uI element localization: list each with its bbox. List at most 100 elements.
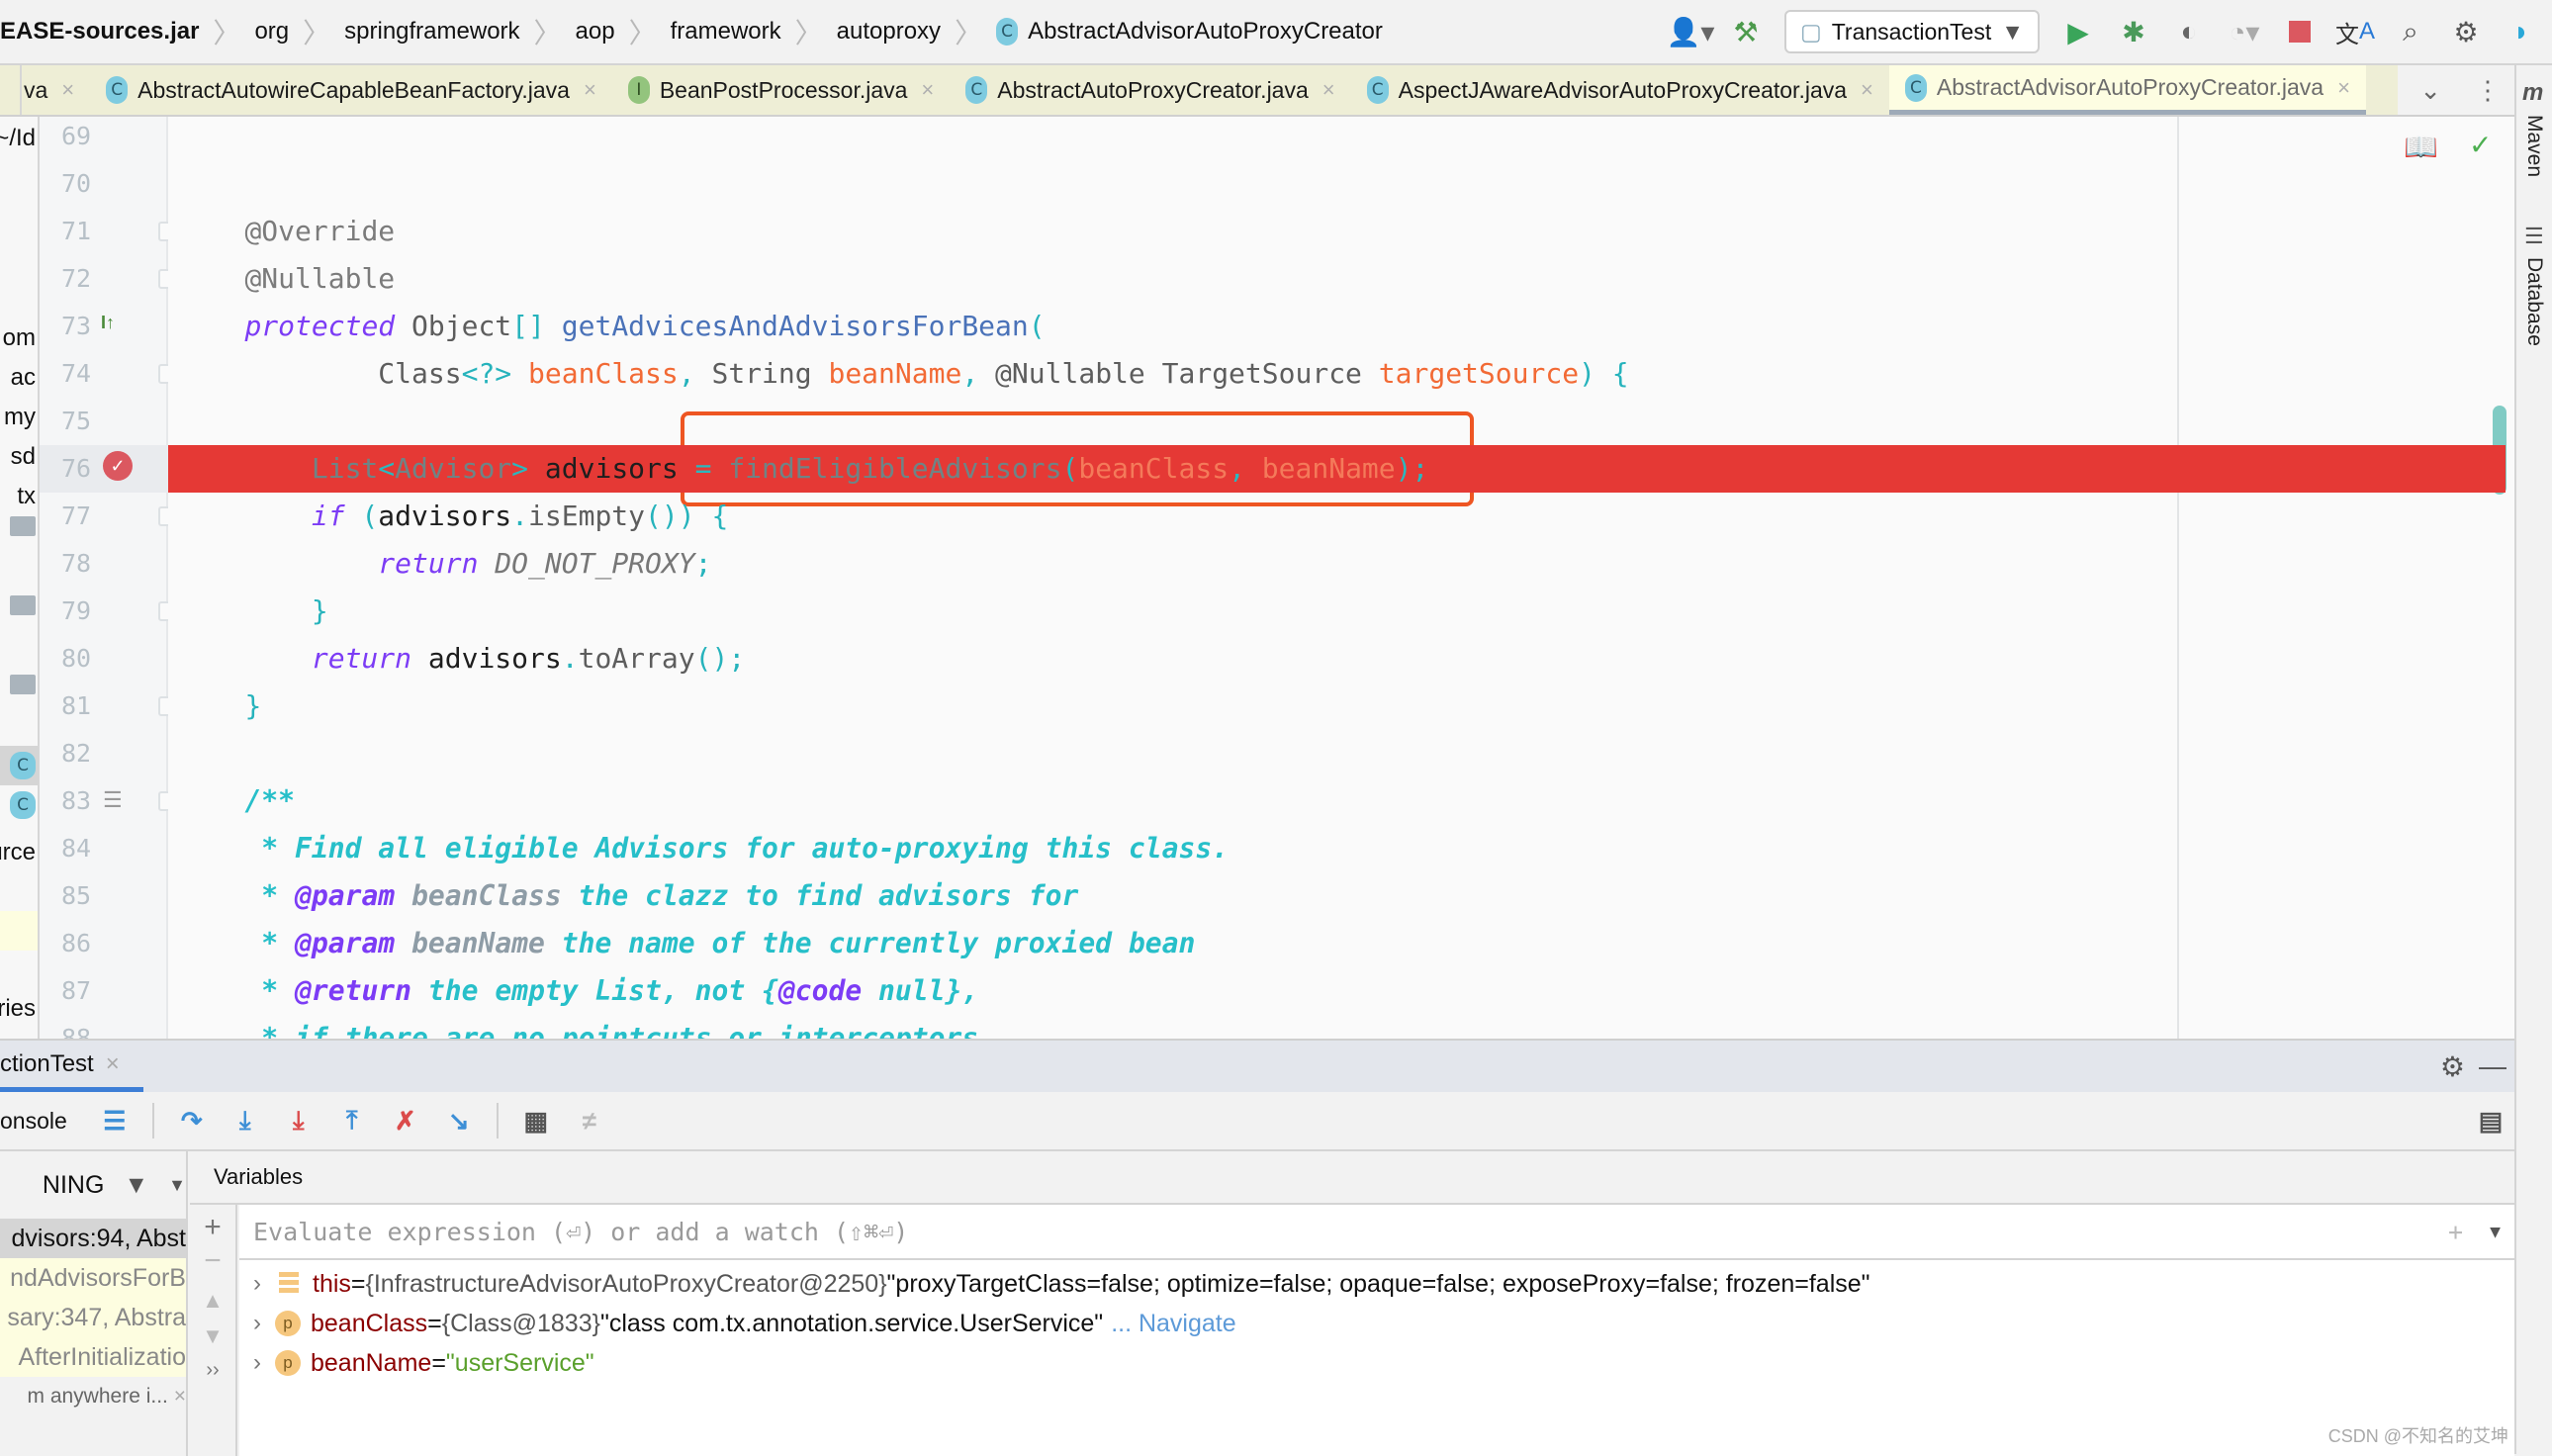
maven-tool-button[interactable]: Maven (2522, 115, 2546, 177)
profile-icon[interactable]: ◔▾ (2228, 15, 2261, 48)
breadcrumb-item[interactable]: autoproxy 〉 (837, 12, 996, 51)
project-tree-item[interactable]: sd (11, 443, 36, 471)
close-icon[interactable]: × (61, 77, 74, 103)
debug-bug-icon[interactable]: ✱ (2117, 15, 2150, 48)
editor-gutter[interactable]: 6970717273747576777879808182838485868788… (40, 117, 172, 1052)
breadcrumb-item[interactable]: org 〉 (254, 12, 344, 51)
code-token: = (694, 452, 712, 485)
breakpoint-icon[interactable]: ✓ (103, 451, 133, 481)
filter-icon[interactable]: ▼ (124, 1157, 148, 1213)
chevron-right-icon[interactable]: › (239, 1264, 275, 1304)
thread-select[interactable]: NING (43, 1157, 105, 1213)
tab-abstractadvisorautoproxycreator-java[interactable]: C AbstractAdvisorAutoProxyCreator.java × (1888, 65, 2366, 115)
breadcrumb-item[interactable]: aop 〉 (576, 12, 671, 51)
tab-abstractautoproxycreator-java[interactable]: C AbstractAutoProxyCreator.java × (950, 65, 1350, 115)
layout-settings-icon[interactable]: ▤ (2475, 1105, 2506, 1137)
code-editor[interactable]: 📖 ✓ @Override @Nullable protected Object… (168, 117, 2514, 1039)
gear-icon[interactable]: ⚙ (2440, 1050, 2465, 1083)
stop-icon[interactable] (2283, 15, 2317, 48)
project-tree-item[interactable]: tx (17, 483, 36, 510)
add-watch-icon[interactable]: + (2448, 1218, 2463, 1246)
project-tree-item[interactable]: om (3, 324, 36, 352)
more-icon[interactable]: ›› (190, 1359, 235, 1382)
variable-row[interactable]: › p beanName = "userService" (239, 1343, 594, 1383)
close-icon[interactable]: × (1861, 77, 1873, 103)
run-config-icon: ▢ (1800, 18, 1822, 45)
tab-beanpostprocessor-java[interactable]: I BeanPostProcessor.java × (612, 65, 950, 115)
code-line: * @return the empty List, not {@code nul… (168, 967, 2506, 1015)
frame-item[interactable]: AfterInitializatio (0, 1337, 186, 1377)
step-into-icon[interactable]: ⤓ (229, 1105, 261, 1137)
remove-watch-icon[interactable]: − (190, 1244, 235, 1278)
project-tree-item[interactable]: ~/Id (0, 125, 36, 152)
search-icon[interactable]: ⌕ (2394, 15, 2427, 48)
close-icon[interactable]: × (168, 1385, 186, 1408)
chevron-right-icon[interactable]: › (239, 1343, 275, 1383)
project-tree-item[interactable]: ac (11, 364, 36, 392)
step-over-icon[interactable]: ↷ (176, 1105, 208, 1137)
more-vertical-icon[interactable]: ⋮ (2475, 75, 2501, 106)
close-icon[interactable]: × (1322, 77, 1335, 103)
tab-aspectjawareadvisorautoproxycreator-java[interactable]: C AspectJAwareAdvisorAutoProxyCreator.jav… (1351, 65, 1889, 115)
breadcrumb-item[interactable]: C AbstractAdvisorAutoProxyCreator (996, 18, 1383, 46)
close-icon[interactable]: × (106, 1050, 120, 1078)
vcs-user-icon[interactable]: 👤▾ (1667, 15, 1715, 48)
evaluate-calculator-icon[interactable]: ▦ (520, 1105, 552, 1137)
doc-render-icon[interactable]: ☰ (103, 787, 123, 813)
plugin-logo-icon[interactable]: ◗ (2505, 15, 2538, 48)
move-down-icon[interactable]: ▼ (190, 1323, 235, 1349)
tab-debug-session[interactable]: ctionTest × (0, 1041, 143, 1092)
frame-item[interactable]: ndAdvisorsForB (0, 1258, 186, 1298)
build-hammer-icon[interactable]: ⚒ (1729, 15, 1763, 48)
project-tree-item[interactable]: urce (0, 839, 36, 866)
minimize-icon[interactable]: — (2479, 1050, 2506, 1082)
chevron-down-icon[interactable]: ▼ (168, 1157, 186, 1213)
show-execution-point-icon[interactable]: ☰ (99, 1105, 131, 1137)
chevron-right-icon[interactable]: › (239, 1304, 275, 1343)
breadcrumb-item[interactable]: framework 〉 (671, 12, 837, 51)
drop-frame-icon[interactable]: ✗ (390, 1105, 421, 1137)
step-out-icon[interactable]: ⤒ (336, 1105, 368, 1137)
project-tree-item[interactable]: ries (0, 995, 36, 1023)
tab-va[interactable]: va × (22, 65, 90, 115)
run-to-cursor-icon[interactable]: ↘ (443, 1105, 475, 1137)
frame-item[interactable]: m anywhere i... × (0, 1377, 187, 1416)
chevron-right-icon: 〉 (794, 18, 823, 48)
console-tab[interactable]: onsole (0, 1108, 67, 1135)
breadcrumb-item[interactable]: springframework 〉 (344, 12, 575, 51)
run-config-select[interactable]: ▢ TransactionTest ▼ (1784, 10, 2040, 53)
tab-abstractautowirecapablebeanfactory-java[interactable]: C AbstractAutowireCapableBeanFactory.java… (90, 65, 612, 115)
code-token: * Find all eligible Advisors for auto-pr… (261, 832, 1230, 864)
close-icon[interactable]: × (584, 77, 596, 103)
close-icon[interactable]: × (2337, 75, 2350, 101)
close-icon[interactable]: × (921, 77, 934, 103)
variable-row[interactable]: › this = {InfrastructureAdvisorAutoProxyC… (239, 1264, 1870, 1304)
move-up-icon[interactable]: ▲ (190, 1288, 235, 1314)
chevron-down-icon[interactable]: ⌄ (2419, 75, 2441, 106)
breadcrumb-item[interactable]: EASE-sources.jar 〉 (0, 12, 254, 51)
database-tool-button[interactable]: Database (2522, 257, 2546, 346)
equals-sign: = (427, 1310, 442, 1337)
add-watch-icon[interactable]: + (190, 1211, 235, 1244)
frame-item[interactable]: dvisors:94, Abst (0, 1219, 186, 1258)
coverage-icon[interactable]: ◐ (2172, 15, 2206, 48)
run-icon[interactable]: ▶ (2061, 15, 2095, 48)
navigate-link[interactable]: ... Navigate (1111, 1304, 1235, 1343)
code-token: if (311, 500, 345, 532)
code-line: * @param beanName the name of the curren… (168, 920, 2506, 967)
translate-icon[interactable]: 文A (2335, 15, 2375, 48)
implements-icon[interactable]: I↑ (101, 313, 115, 333)
evaluate-expression-input[interactable]: Evaluate expression (⏎) or add a watch (… (239, 1205, 2514, 1260)
gear-icon[interactable]: ⚙ (2449, 15, 2483, 48)
project-tree-item[interactable]: my (4, 404, 36, 431)
code-token: ); (1395, 452, 1429, 485)
frame-item[interactable]: sary:347, Abstra (0, 1298, 186, 1337)
variable-row[interactable]: › p beanClass = {Class@1833} "class com.tx… (239, 1304, 1236, 1343)
force-step-into-icon[interactable]: ⤓ (283, 1105, 315, 1137)
chevron-right-icon: 〉 (533, 18, 562, 48)
chevron-down-icon[interactable]: ▼ (2490, 1222, 2501, 1242)
